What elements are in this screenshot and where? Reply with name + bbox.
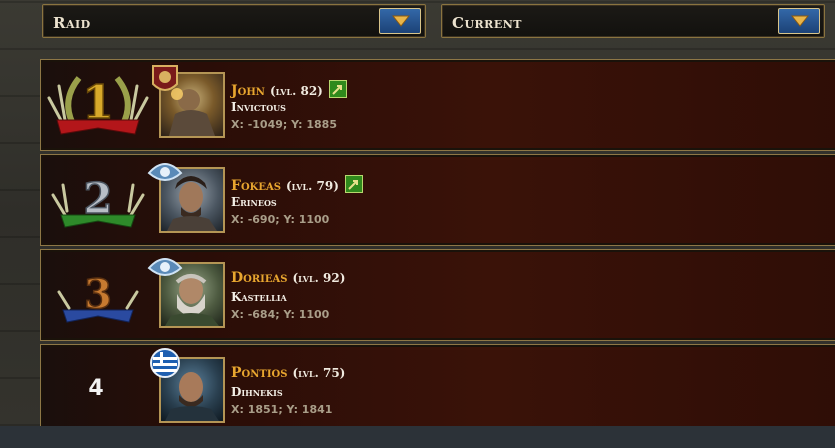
period-label: Current bbox=[452, 14, 522, 32]
leaderboard-row-3[interactable]: 3 Dorieas (lvl. 92) Kastellia X: -684; Y:… bbox=[40, 249, 835, 341]
player-name[interactable]: Fokeas (lvl. 79) bbox=[231, 175, 363, 194]
player-coordinates[interactable]: X: 1851; Y: 1841 bbox=[231, 403, 332, 416]
player-coordinates[interactable]: X: -690; Y: 1100 bbox=[231, 213, 329, 226]
player-name[interactable]: Dorieas (lvl. 92) bbox=[231, 270, 345, 286]
alliance-crest-icon bbox=[145, 157, 185, 193]
player-name-text: Fokeas bbox=[231, 178, 281, 194]
period-dropdown[interactable]: Current bbox=[441, 4, 825, 38]
alliance-crest-icon bbox=[145, 62, 185, 98]
player-level: (lvl. 75) bbox=[292, 366, 346, 380]
bottom-bar bbox=[0, 426, 835, 448]
svg-text:1: 1 bbox=[82, 75, 114, 129]
player-name[interactable]: Pontios (lvl. 75) bbox=[231, 365, 345, 381]
raid-type-dropdown-button[interactable] bbox=[379, 8, 421, 34]
svg-text:3: 3 bbox=[84, 271, 112, 318]
rank-3-laurel-emblem: 3 bbox=[43, 252, 153, 338]
player-name-text: Dorieas bbox=[231, 270, 288, 286]
greek-flag-icon bbox=[145, 347, 185, 383]
promote-icon[interactable] bbox=[344, 175, 363, 193]
alliance-crest-icon bbox=[145, 252, 185, 288]
player-coordinates[interactable]: X: -684; Y: 1100 bbox=[231, 308, 329, 321]
leaderboard-row-1[interactable]: 1 John (lvl. 82) Invictous X: -1049; Y: 1… bbox=[40, 59, 835, 151]
raid-type-dropdown[interactable]: Raid bbox=[42, 4, 426, 38]
player-level: (lvl. 82) bbox=[269, 84, 323, 98]
guild-name: Kastellia bbox=[231, 290, 287, 304]
player-level: (lvl. 92) bbox=[292, 271, 346, 285]
rank-number: 4 bbox=[88, 375, 104, 401]
svg-text:2: 2 bbox=[83, 174, 112, 223]
promote-icon[interactable] bbox=[328, 80, 347, 98]
leaderboard-row-4[interactable]: 4 Pontios (lvl. 75) Dihnekis X: 1851; Y: … bbox=[40, 344, 835, 436]
leaderboard-row-2[interactable]: 2 Fokeas (lvl. 79) Erineos X: -690; Y: 11… bbox=[40, 154, 835, 246]
player-name[interactable]: John (lvl. 82) bbox=[231, 80, 347, 99]
guild-name: Erineos bbox=[231, 195, 277, 209]
player-name-text: John bbox=[231, 83, 265, 99]
guild-name: Dihnekis bbox=[231, 385, 283, 399]
raid-type-label: Raid bbox=[53, 14, 91, 32]
rank-1-laurel-emblem: 1 bbox=[43, 62, 153, 148]
player-level: (lvl. 79) bbox=[285, 179, 339, 193]
player-name-text: Pontios bbox=[231, 365, 288, 381]
player-coordinates[interactable]: X: -1049; Y: 1885 bbox=[231, 118, 337, 131]
period-dropdown-button[interactable] bbox=[778, 8, 820, 34]
rank-2-laurel-emblem: 2 bbox=[43, 157, 153, 243]
guild-name: Invictous bbox=[231, 100, 286, 114]
